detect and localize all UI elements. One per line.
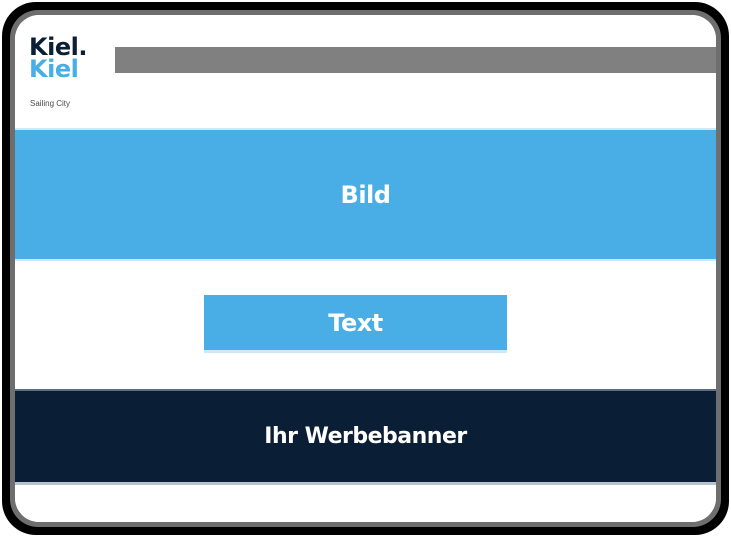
image-placeholder-label: Bild [340, 180, 391, 209]
logo-wordmark-bottom: Kiel [29, 55, 79, 83]
image-placeholder[interactable]: Bild [15, 128, 716, 261]
kiel-logo[interactable]: Kiel. Kiel Sailing City [29, 35, 99, 115]
footer [15, 485, 716, 522]
text-placeholder-label: Text [328, 308, 383, 337]
text-area: Text [15, 261, 716, 389]
text-placeholder-button[interactable]: Text [204, 295, 507, 353]
ad-banner-label: Ihr Werbebanner [264, 424, 467, 449]
ad-banner[interactable]: Ihr Werbebanner [15, 389, 716, 485]
header-bar-placeholder [115, 47, 716, 73]
device-frame: Kiel. Kiel Sailing City Bild Text Ihr We… [0, 0, 731, 537]
screen: Kiel. Kiel Sailing City Bild Text Ihr We… [15, 15, 716, 522]
logo-tagline: Sailing City [30, 99, 71, 108]
header: Kiel. Kiel Sailing City [15, 15, 716, 128]
